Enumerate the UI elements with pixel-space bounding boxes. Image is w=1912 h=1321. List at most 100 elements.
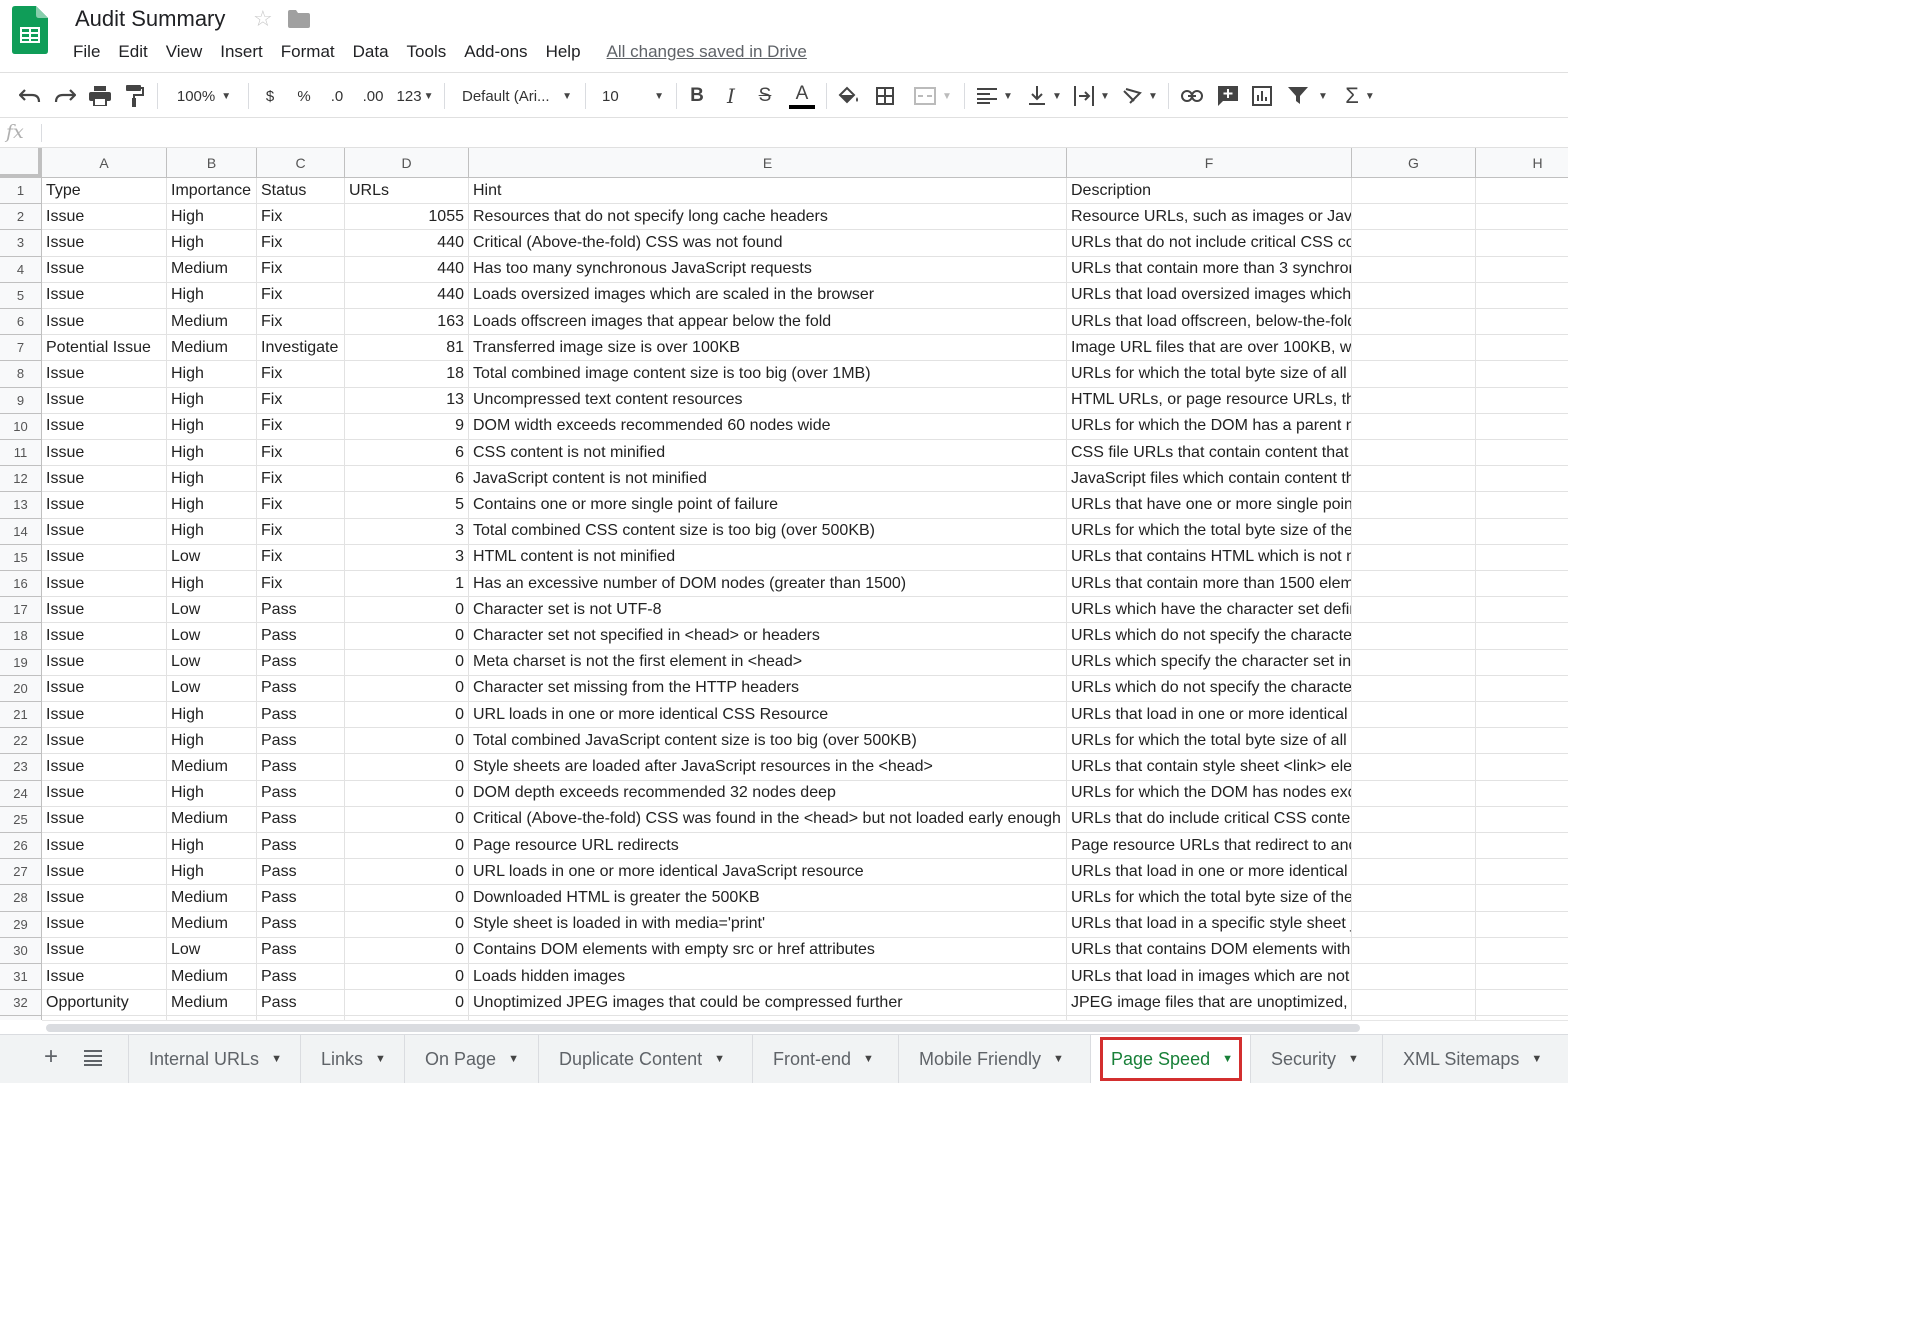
column-header-b[interactable]: B — [167, 148, 257, 178]
row-header[interactable]: 25 — [0, 806, 42, 833]
cell-col-d[interactable]: 0 — [345, 649, 469, 676]
cell-col-c[interactable]: Pass — [257, 780, 345, 807]
scrollbar-thumb[interactable] — [46, 1024, 1360, 1032]
cell-col-c[interactable]: Pass — [257, 649, 345, 676]
cell-col-f[interactable]: URLs that contain more than 3 synchronou… — [1067, 256, 1352, 283]
cell-col-h[interactable] — [1476, 807, 1568, 833]
cell-col-b[interactable]: High — [167, 361, 257, 388]
cell-col-d[interactable]: 1055 — [345, 204, 469, 231]
row-header[interactable]: 17 — [0, 597, 42, 624]
cell-col-d[interactable]: 0 — [345, 990, 469, 1017]
cell-col-a[interactable]: Issue — [42, 282, 167, 309]
cell-col-f[interactable]: URLs that contains HTML which is not min… — [1067, 544, 1352, 571]
cell-col-a[interactable]: Issue — [42, 466, 167, 493]
cell-col-c[interactable]: Pass — [257, 859, 345, 886]
cell-col-e[interactable]: Has too many synchronous JavaScript requ… — [469, 256, 1067, 283]
cell-col-d[interactable]: 0 — [345, 833, 469, 860]
cell-col-d[interactable]: 0 — [345, 937, 469, 964]
cell-col-a[interactable]: Issue — [42, 597, 167, 624]
cell-col-b[interactable]: Medium — [167, 754, 257, 781]
cell-col-e[interactable]: Total combined image content size is too… — [469, 361, 1067, 388]
cell-col-a[interactable]: Issue — [42, 806, 167, 833]
font-family-select[interactable]: Default (Ari... ▼ — [456, 73, 578, 119]
chevron-down-icon[interactable]: ▼ — [508, 1053, 519, 1065]
increase-decimal-button[interactable]: .00 — [356, 73, 390, 119]
cell-col-c[interactable]: Pass — [257, 990, 345, 1017]
column-header-e[interactable]: E — [469, 148, 1067, 178]
cell-col-d[interactable]: 0 — [345, 859, 469, 886]
menu-tools[interactable]: Tools — [407, 42, 447, 62]
cell-col-d[interactable]: 440 — [345, 282, 469, 309]
cell-col-g[interactable] — [1352, 990, 1476, 1017]
cell-col-h[interactable] — [1476, 964, 1568, 991]
row-header[interactable]: 26 — [0, 833, 42, 860]
italic-button[interactable]: I — [716, 73, 746, 119]
cell-col-d[interactable]: 0 — [345, 597, 469, 624]
cell-col-a[interactable]: Issue — [42, 728, 167, 755]
cell-col-a[interactable]: Issue — [42, 780, 167, 807]
cell-col-c[interactable]: Pass — [257, 702, 345, 729]
cell-col-e[interactable]: Uncompressed text content resources — [469, 387, 1067, 414]
cell-col-e[interactable]: Total combined JavaScript content size i… — [469, 728, 1067, 755]
cell-col-c[interactable]: Fix — [257, 492, 345, 519]
cell-col-b[interactable]: Importance — [167, 178, 257, 205]
row-header[interactable]: 18 — [0, 623, 42, 650]
cell-col-h[interactable] — [1476, 178, 1568, 205]
cell-col-a[interactable]: Issue — [42, 649, 167, 676]
cell-col-b[interactable]: Low — [167, 544, 257, 571]
cell-col-b[interactable]: Medium — [167, 911, 257, 938]
cell-col-g[interactable] — [1352, 413, 1476, 440]
cell-col-d[interactable]: 13 — [345, 387, 469, 414]
column-header-g[interactable]: G — [1352, 148, 1476, 178]
text-rotation-button[interactable]: ▼ — [1118, 73, 1162, 119]
cell-col-c[interactable]: Fix — [257, 256, 345, 283]
cell-col-h[interactable] — [1476, 676, 1568, 702]
cell-col-a[interactable]: Opportunity — [42, 990, 167, 1017]
cell-col-e[interactable]: Style sheets are loaded after JavaScript… — [469, 754, 1067, 781]
cell-col-c[interactable]: Pass — [257, 675, 345, 702]
cell-col-g[interactable] — [1352, 230, 1476, 257]
row-header[interactable]: 23 — [0, 754, 42, 781]
font-size-select[interactable]: 10 ▼ — [596, 73, 670, 119]
cell-col-d[interactable]: 0 — [345, 780, 469, 807]
cell-col-b[interactable]: High — [167, 833, 257, 860]
percent-format-button[interactable]: % — [290, 73, 318, 119]
row-header[interactable]: 30 — [0, 937, 42, 964]
cell-col-h[interactable] — [1476, 623, 1568, 650]
cell-col-e[interactable]: Transferred image size is over 100KB — [469, 335, 1067, 362]
cell-col-d[interactable]: URLs — [345, 178, 469, 205]
all-sheets-menu-icon[interactable] — [84, 1050, 102, 1066]
cell-col-h[interactable] — [1476, 361, 1568, 388]
cell-col-d[interactable]: 3 — [345, 544, 469, 571]
cell-col-g[interactable] — [1352, 728, 1476, 755]
row-header[interactable]: 22 — [0, 728, 42, 755]
cell-col-b[interactable]: Medium — [167, 964, 257, 991]
cell-col-c[interactable]: Pass — [257, 964, 345, 991]
horizontal-scrollbar[interactable] — [42, 1020, 1568, 1034]
cell-col-h[interactable] — [1476, 571, 1568, 598]
cell-col-e[interactable]: Total combined CSS content size is too b… — [469, 518, 1067, 545]
cell-col-f[interactable]: URLs for which the total byte size of th… — [1067, 885, 1352, 912]
cell-col-d[interactable]: 81 — [345, 335, 469, 362]
print-button[interactable] — [84, 73, 116, 119]
menu-help[interactable]: Help — [546, 42, 581, 62]
column-header-d[interactable]: D — [345, 148, 469, 178]
cell-col-g[interactable] — [1352, 833, 1476, 860]
cell-col-c[interactable]: Pass — [257, 833, 345, 860]
cell-col-c[interactable]: Pass — [257, 728, 345, 755]
cell-col-g[interactable] — [1352, 780, 1476, 807]
cell-col-c[interactable]: Status — [257, 178, 345, 205]
cell-col-a[interactable]: Issue — [42, 754, 167, 781]
row-header[interactable]: 1 — [0, 178, 42, 205]
cell-col-f[interactable]: CSS file URLs that contain content that … — [1067, 440, 1352, 467]
column-header-h[interactable]: H — [1476, 148, 1568, 178]
chevron-down-icon[interactable]: ▼ — [1053, 1053, 1064, 1065]
cell-col-b[interactable]: Medium — [167, 256, 257, 283]
cell-col-e[interactable]: URL loads in one or more identical CSS R… — [469, 702, 1067, 729]
cell-col-g[interactable] — [1352, 387, 1476, 414]
cell-col-g[interactable] — [1352, 256, 1476, 283]
cell-col-h[interactable] — [1476, 388, 1568, 414]
cell-col-a[interactable]: Issue — [42, 518, 167, 545]
cell-col-c[interactable]: Fix — [257, 204, 345, 231]
cell-col-a[interactable]: Issue — [42, 309, 167, 336]
